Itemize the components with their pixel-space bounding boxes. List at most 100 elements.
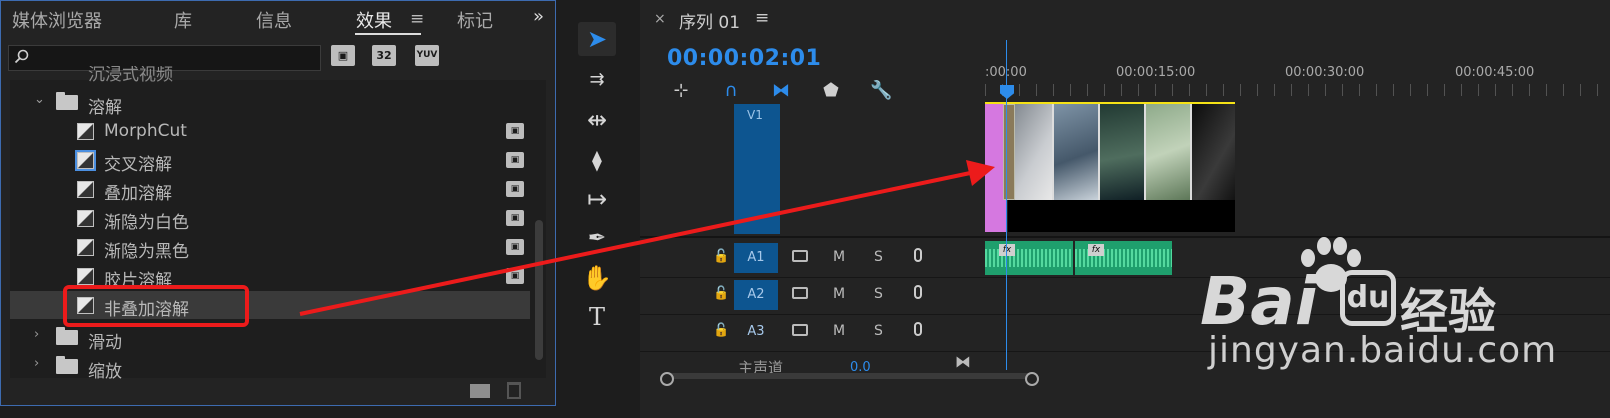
folder-zoom[interactable]: › 缩放: [10, 354, 530, 382]
microphone-icon[interactable]: [914, 285, 922, 299]
video-clip[interactable]: [1008, 104, 1235, 232]
microphone-icon[interactable]: [914, 248, 922, 262]
list-item[interactable]: 交叉溶解 ▣: [10, 147, 530, 175]
folder-slide[interactable]: › 滑动: [10, 325, 530, 353]
mute-button[interactable]: M: [833, 286, 845, 302]
lock-icon[interactable]: 🔓: [713, 249, 729, 264]
watermark-du: du: [1340, 270, 1396, 326]
mute-button[interactable]: M: [833, 249, 845, 265]
panel-menu-icon[interactable]: ≡: [410, 9, 426, 29]
insert-nest-icon[interactable]: ⊹: [670, 80, 692, 102]
lock-icon[interactable]: 🔓: [713, 286, 729, 301]
audio-clip[interactable]: fx: [985, 241, 1073, 275]
list-item-label: 交叉溶解: [104, 155, 172, 175]
tab-info[interactable]: 信息: [256, 7, 292, 33]
razor-icon[interactable]: ⧫: [578, 143, 616, 177]
watermark-bai: Bai: [1200, 263, 1318, 340]
mute-button[interactable]: M: [833, 323, 845, 339]
transition-icon: [77, 181, 94, 198]
ruler-label: 00:00:15:00: [1116, 65, 1196, 80]
ruler-label: 00:00:45:00: [1455, 65, 1535, 80]
list-item-label: 渐隐为白色: [104, 213, 189, 233]
playhead-timecode[interactable]: 00:00:02:01: [667, 46, 821, 71]
lock-icon[interactable]: 🔓: [713, 323, 729, 338]
accelerated-badge-icon: ▣: [506, 239, 524, 255]
list-item[interactable]: 沉浸式视频: [10, 66, 530, 84]
folder-label: 溶解: [88, 98, 122, 118]
transition-marker[interactable]: [1003, 104, 1015, 200]
add-marker-icon[interactable]: ⬟: [820, 80, 842, 102]
folder-icon: [56, 92, 78, 110]
tab-media-browser[interactable]: 媒体浏览器: [12, 7, 102, 33]
list-scrollbar[interactable]: [535, 220, 543, 360]
tab-effects[interactable]: 效果: [356, 7, 392, 33]
transition-icon: [77, 123, 94, 140]
list-item[interactable]: MorphCut ▣: [10, 118, 530, 146]
time-ruler[interactable]: [985, 84, 1610, 96]
accelerated-badge-icon: ▣: [506, 123, 524, 139]
go-to-in-out-icon[interactable]: ⧓: [955, 352, 971, 371]
hand-icon[interactable]: ✋: [578, 261, 616, 295]
transition-icon: [75, 150, 96, 171]
microphone-icon[interactable]: [914, 322, 922, 336]
solo-button[interactable]: S: [874, 249, 883, 265]
list-item[interactable]: 渐隐为黑色 ▣: [10, 234, 530, 262]
list-item-label: MorphCut: [104, 121, 187, 141]
accelerated-badge-icon: ▣: [506, 152, 524, 168]
timeline-horizontal-scrollbar[interactable]: [665, 373, 1032, 379]
type-icon[interactable]: T: [578, 300, 616, 334]
ripple-edit-icon[interactable]: ⇹: [578, 103, 616, 137]
search-icon: [14, 49, 29, 64]
accelerated-effects-icon[interactable]: ▣: [331, 45, 355, 66]
linked-selection-icon[interactable]: ⧓: [770, 80, 792, 102]
track-select-icon[interactable]: ⇉: [578, 63, 616, 97]
close-icon[interactable]: ×: [654, 11, 666, 27]
transition-icon: [77, 210, 94, 227]
solo-button[interactable]: S: [874, 323, 883, 339]
zoom-handle-right[interactable]: [1025, 372, 1039, 386]
track-target-a3[interactable]: A3: [734, 317, 778, 347]
zoom-handle-left[interactable]: [660, 372, 674, 386]
more-tabs-icon[interactable]: »: [533, 6, 544, 27]
folder-icon: [56, 327, 78, 345]
track-target-a1[interactable]: A1: [734, 243, 778, 273]
sequence-menu-icon[interactable]: ≡: [755, 8, 769, 28]
folder-dissolve[interactable]: ⌄ 溶解: [10, 90, 530, 118]
accelerated-badge-icon: ▣: [506, 268, 524, 284]
annotation-highlight-box: [63, 285, 249, 327]
yuv-icon[interactable]: YUV: [415, 45, 439, 66]
track-divider: [640, 236, 1610, 238]
active-tab-underline: [355, 33, 421, 35]
track-target-a2[interactable]: A2: [734, 280, 778, 310]
pen-icon[interactable]: ✒: [578, 222, 616, 256]
chevron-right-icon[interactable]: ›: [34, 327, 39, 342]
wrench-icon[interactable]: 🔧: [870, 80, 892, 102]
slip-icon[interactable]: ↦: [578, 182, 616, 216]
chevron-right-icon[interactable]: ›: [34, 356, 39, 371]
list-item-label: 沉浸式视频: [88, 66, 173, 84]
list-item[interactable]: 叠加溶解 ▣: [10, 176, 530, 204]
tab-markers[interactable]: 标记: [457, 7, 493, 33]
selection-tool-icon[interactable]: ➤: [578, 22, 616, 56]
list-item[interactable]: 渐隐为白色 ▣: [10, 205, 530, 233]
sync-lock-icon[interactable]: [792, 287, 808, 299]
sequence-tab-title[interactable]: 序列 01: [679, 8, 740, 33]
accelerated-badge-icon: ▣: [506, 181, 524, 197]
sync-lock-icon[interactable]: [792, 250, 808, 262]
ruler-label: 00:00:30:00: [1285, 65, 1365, 80]
delete-icon[interactable]: [507, 382, 521, 399]
list-item-label: 叠加溶解: [104, 184, 172, 204]
accelerated-badge-icon: ▣: [506, 210, 524, 226]
track-target-v1[interactable]: [734, 104, 780, 234]
32-bit-icon[interactable]: 32: [372, 45, 396, 66]
transition-icon: [77, 268, 94, 285]
chevron-down-icon[interactable]: ⌄: [34, 92, 45, 107]
list-item-label: 渐隐为黑色: [104, 242, 189, 262]
snap-magnet-icon[interactable]: ∩: [720, 80, 742, 102]
tab-libraries[interactable]: 库: [174, 7, 192, 33]
new-bin-icon[interactable]: [470, 384, 490, 398]
solo-button[interactable]: S: [874, 286, 883, 302]
audio-clip[interactable]: fx: [1075, 241, 1172, 275]
track-label-v1: V1: [747, 108, 763, 122]
sync-lock-icon[interactable]: [792, 324, 808, 336]
